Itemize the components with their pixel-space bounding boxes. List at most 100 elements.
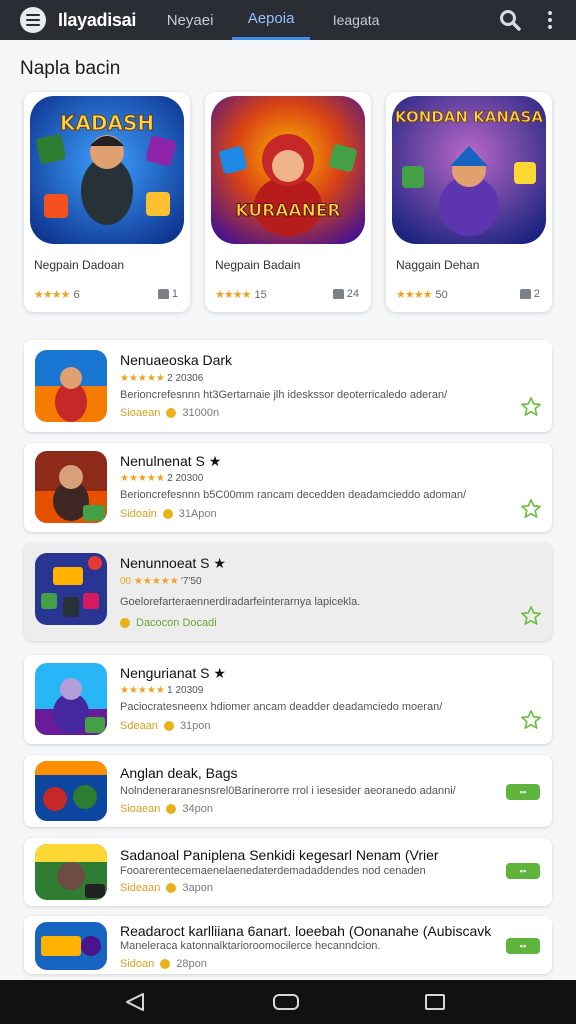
tag-value: 28pon	[176, 958, 207, 970]
star-outline-icon[interactable]	[520, 396, 542, 418]
app-icon	[35, 663, 107, 735]
search-icon[interactable]	[498, 8, 522, 32]
tag-label: Sideaan	[120, 882, 161, 894]
art-title: KURAANER	[235, 201, 340, 221]
item-title: Nenunnoeat S ★	[120, 555, 226, 571]
list-item[interactable]: Nengurianat S ★ ★★★★★ 1 20309 Paciocrate…	[24, 655, 552, 744]
item-description: Fooarerentecemaenelaenedaterdemadaddende…	[120, 865, 426, 877]
tag-label: Dacocon Docadi	[136, 617, 217, 629]
thumbs-up-icon	[157, 289, 169, 299]
game-art-image: KONDAN KANASA	[392, 96, 546, 244]
tab-aepoia[interactable]: Aepoia	[232, 0, 311, 40]
item-tag: Sidoain 31Apon	[120, 508, 217, 520]
recent-apps-icon[interactable]	[425, 994, 445, 1010]
coin-icon	[163, 721, 174, 731]
app-bar: Ilayadisai Neyaei Aepoia Ieagata	[0, 0, 576, 40]
star-outline-icon[interactable]	[520, 498, 542, 520]
item-tag: Sidoan 28pon	[120, 958, 207, 970]
featured-card[interactable]: KONDAN KANASA Naggain Dehan ★★★★ 50 2	[386, 92, 552, 312]
coin-icon	[166, 883, 177, 893]
item-meta: 2 20300	[167, 473, 204, 484]
system-nav-bar	[0, 980, 576, 1024]
art-title: KADASH	[60, 111, 154, 135]
install-badge[interactable]: ▪▪	[506, 938, 540, 954]
stars: ★★★★	[34, 289, 70, 301]
install-badge[interactable]: ▪▪	[506, 863, 540, 879]
star-outline-icon[interactable]	[520, 709, 542, 731]
tag-label: Sidoain	[120, 508, 157, 520]
rating-stars: ★★★★ 50	[396, 288, 448, 301]
item-rating: ★★★★★ 2 20300	[120, 473, 203, 484]
item-description: Maneleraca katonnalktarioroomocilerce he…	[120, 940, 381, 952]
item-description: Paciocratesneenx hdiomer ancam deadder d…	[120, 701, 443, 713]
item-title: Nenuaeoska Dark	[120, 352, 233, 368]
item-title: Nengurianat S ★	[120, 665, 226, 681]
app-icon	[35, 350, 107, 422]
list-item[interactable]: Readaroct karlliiana 6anart. loeebah (Oo…	[24, 916, 552, 974]
tag-label: Sidoan	[120, 958, 155, 970]
coin-icon	[162, 509, 173, 519]
list-item[interactable]: Anglan deak, Bags Nolndeneraranesnsrel0B…	[24, 755, 552, 827]
stars: 00 ★★★★★	[120, 576, 179, 587]
item-tag: Dacocon Docadi	[120, 617, 217, 629]
tag-value: 31pon	[179, 720, 211, 732]
item-title: Sadanoal Paniplena Senkidi kegesarl Nena…	[120, 847, 439, 863]
app-icon	[35, 844, 107, 900]
install-badge[interactable]: ▪▪	[506, 784, 540, 800]
item-meta: 1 20309	[167, 685, 204, 696]
tab-neyaei[interactable]: Neyaei	[167, 0, 214, 40]
art-title: KONDAN KANASA	[395, 108, 543, 126]
item-description: Nolndeneraranesnsrel0Barinerorre rrol i …	[120, 785, 456, 797]
stars: ★★★★	[215, 289, 251, 301]
rating-value: 50	[435, 289, 448, 301]
app-icon	[35, 451, 107, 523]
tag-value: 3apon	[182, 882, 213, 894]
stars: ★★★★★	[120, 685, 165, 696]
coin-icon	[166, 804, 177, 814]
tag-value: 31000n	[182, 407, 220, 419]
list-item[interactable]: Nenuaeoska Dark ★★★★★ 2 20306 Berioncref…	[24, 340, 552, 432]
stars: ★★★★	[396, 289, 432, 301]
like-count: 24	[332, 288, 359, 300]
coin-icon	[120, 618, 130, 628]
star-outline-icon[interactable]	[520, 605, 542, 627]
back-icon[interactable]	[124, 992, 146, 1012]
game-art-image: KADASH	[30, 96, 184, 244]
item-tag: Sioaean 34pon	[120, 803, 213, 815]
item-description: Berioncrefesnnn b5C00mm rancam decedden …	[120, 489, 467, 501]
more-vertical-icon[interactable]	[540, 8, 560, 32]
item-tag: Sioaean 31000n	[120, 407, 219, 419]
app-name: Negpain Badain	[215, 258, 301, 272]
item-tag: Sdeaan 31pon	[120, 720, 211, 732]
app-icon	[35, 553, 107, 625]
featured-card[interactable]: KADASH Negpain Dadoan ★★★★ 6 1	[24, 92, 190, 312]
item-title: Nenulnenat S ★	[120, 453, 222, 469]
rating-value: 15	[254, 289, 267, 301]
tag-label: Sioaean	[120, 803, 161, 815]
list-item[interactable]: Nenulnenat S ★ ★★★★★ 2 20300 Berioncrefe…	[24, 443, 552, 532]
rating-value: 6	[73, 289, 80, 301]
list-item[interactable]: Nenunnoeat S ★ 00 ★★★★★ '7'50 Goelorefar…	[24, 543, 552, 641]
list-item[interactable]: Sadanoal Paniplena Senkidi kegesarl Nena…	[24, 838, 552, 906]
game-art-image: KURAANER	[211, 96, 365, 244]
app-name: Negpain Dadoan	[34, 258, 125, 272]
coin-icon	[166, 408, 177, 418]
tab-ieagata[interactable]: Ieagata	[330, 0, 382, 40]
hamburger-icon[interactable]	[20, 7, 46, 33]
stars: ★★★★★	[120, 373, 165, 384]
app-name: Naggain Dehan	[396, 258, 480, 272]
like-count: 1	[157, 288, 178, 300]
rating-stars: ★★★★ 6	[34, 288, 80, 301]
app-title: Ilayadisai	[58, 9, 137, 30]
tag-label: Sioaean	[120, 407, 161, 419]
home-icon[interactable]	[273, 994, 299, 1010]
item-title: Readaroct karlliiana 6anart. loeebah (Oo…	[120, 923, 492, 939]
featured-card[interactable]: KURAANER Negpain Badain ★★★★ 15 24	[205, 92, 371, 312]
thumbs-up-icon	[519, 289, 531, 299]
section-title: Napla bacin	[20, 58, 121, 79]
count-value: 2	[533, 288, 540, 300]
count-value: 24	[346, 288, 359, 300]
item-rating: ★★★★★ 2 20306	[120, 373, 203, 384]
item-rating: 00 ★★★★★ '7'50	[120, 576, 202, 587]
item-tag: Sideaan 3apon	[120, 882, 213, 894]
